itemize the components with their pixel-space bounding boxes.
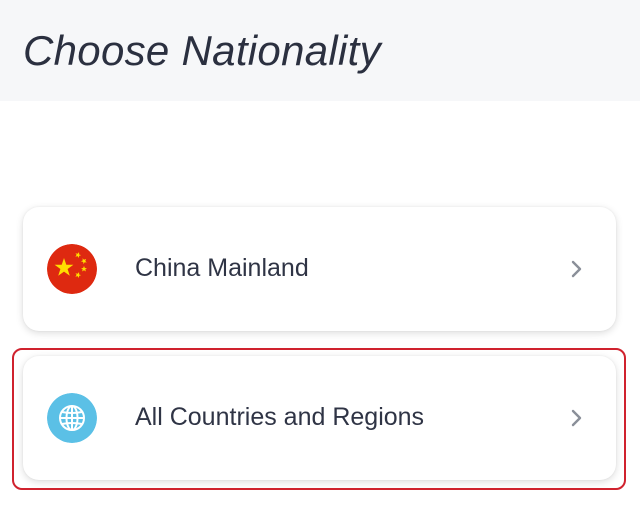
option-label: All Countries and Regions — [135, 403, 425, 431]
chevron-right-icon — [570, 408, 584, 428]
page-header: Choose Nationality — [0, 0, 640, 101]
option-label: China Mainland — [135, 254, 309, 282]
globe-icon — [47, 393, 97, 443]
option-all-countries-regions[interactable]: All Countries and Regions — [23, 356, 616, 480]
china-flag-icon — [47, 244, 97, 294]
option-china-mainland[interactable]: China Mainland — [23, 207, 616, 331]
page-title: Choose Nationality — [23, 27, 381, 74]
chevron-right-icon — [570, 259, 584, 279]
